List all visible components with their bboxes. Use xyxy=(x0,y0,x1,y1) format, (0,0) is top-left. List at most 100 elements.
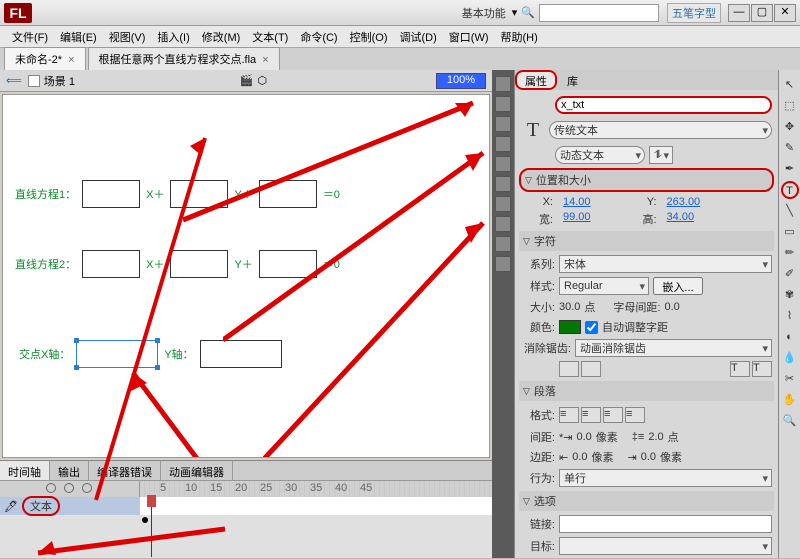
zoom-input[interactable]: 100% xyxy=(436,73,486,89)
tab-timeline[interactable]: 时间轴 xyxy=(0,461,50,480)
close-button[interactable]: ✕ xyxy=(774,4,796,22)
indent-value[interactable]: 0.0 xyxy=(577,431,592,443)
minimize-button[interactable]: — xyxy=(728,4,750,22)
align-center-button[interactable]: ≡ xyxy=(581,407,601,423)
panel-icon[interactable] xyxy=(495,156,511,172)
font-family-dropdown[interactable]: 宋体 xyxy=(559,255,772,273)
menu-edit[interactable]: 编辑(E) xyxy=(54,27,103,47)
search-input[interactable] xyxy=(539,4,659,22)
text-type-dropdown[interactable]: 动态文本 xyxy=(555,146,645,164)
color-swatch[interactable] xyxy=(559,320,581,334)
selection-tool[interactable]: ↖ xyxy=(781,76,799,94)
y-value[interactable]: 263.00 xyxy=(667,196,701,208)
paint-bucket-tool[interactable]: ◐ xyxy=(781,328,799,346)
panel-icon[interactable] xyxy=(495,176,511,192)
rectangle-tool[interactable]: ▭ xyxy=(781,223,799,241)
visibility-icon[interactable] xyxy=(46,483,56,493)
brush-tool[interactable]: ✐ xyxy=(781,265,799,283)
eraser-tool[interactable]: ✂ xyxy=(781,370,799,388)
width-value[interactable]: 99.00 xyxy=(563,211,591,227)
layer-name[interactable]: 文本 xyxy=(22,496,60,516)
hand-tool[interactable]: ✋ xyxy=(781,391,799,409)
align-justify-button[interactable]: ≡ xyxy=(625,407,645,423)
instance-name-input[interactable] xyxy=(555,96,772,114)
tab-properties[interactable]: 属性 xyxy=(515,70,557,90)
section-options[interactable]: 选项 xyxy=(519,491,774,511)
text-engine-dropdown[interactable]: 传统文本 xyxy=(549,121,772,139)
line-behavior-dropdown[interactable]: 单行 xyxy=(559,469,772,487)
subselection-tool[interactable]: ⬚ xyxy=(781,97,799,115)
menu-text[interactable]: 文本(T) xyxy=(246,27,294,47)
annotation-arrow xyxy=(30,525,230,559)
link-input[interactable] xyxy=(559,515,772,533)
orientation-dropdown[interactable]: ⥮ xyxy=(649,146,673,164)
doctab-untitled[interactable]: 未命名-2*× xyxy=(4,47,86,70)
letter-spacing[interactable]: 0.0 xyxy=(664,301,679,313)
eyedropper-tool[interactable]: 💧 xyxy=(781,349,799,367)
pencil-tool[interactable]: ✏ xyxy=(781,244,799,262)
free-transform-tool[interactable]: ✥ xyxy=(781,118,799,136)
auto-kern-checkbox[interactable] xyxy=(585,321,598,334)
antialias-dropdown[interactable]: 动画消除锯齿 xyxy=(575,339,772,357)
ime-indicator: 五笔字型 xyxy=(667,3,721,23)
panel-icon[interactable] xyxy=(495,236,511,252)
margin-right[interactable]: 0.0 xyxy=(641,451,656,463)
workspace-dropdown-icon[interactable]: ▾ xyxy=(512,6,518,19)
line-tool[interactable]: ╲ xyxy=(781,202,799,220)
margin-left[interactable]: 0.0 xyxy=(572,451,587,463)
panel-icon[interactable] xyxy=(495,76,511,92)
subscript-button[interactable]: T xyxy=(752,361,772,377)
menu-command[interactable]: 命令(C) xyxy=(294,27,343,47)
menu-file[interactable]: 文件(F) xyxy=(6,27,54,47)
lasso-tool[interactable]: ✎ xyxy=(781,139,799,157)
height-value[interactable]: 34.00 xyxy=(667,211,695,227)
menu-insert[interactable]: 插入(I) xyxy=(151,27,195,47)
target-dropdown[interactable] xyxy=(559,537,772,555)
lock-icon[interactable] xyxy=(64,483,74,493)
font-style-dropdown[interactable]: Regular xyxy=(559,277,649,295)
bone-tool[interactable]: ⌇ xyxy=(781,307,799,325)
selectable-button[interactable] xyxy=(559,361,579,377)
back-icon[interactable]: ⟸ xyxy=(6,74,22,87)
x-value[interactable]: 14.00 xyxy=(563,196,591,208)
panel-icon[interactable] xyxy=(495,96,511,112)
edit-scene-icon[interactable]: 🎬 xyxy=(240,74,254,87)
panel-icon[interactable] xyxy=(495,216,511,232)
pen-tool[interactable]: ✒ xyxy=(781,160,799,178)
collapsed-panels xyxy=(492,70,514,558)
menu-control[interactable]: 控制(O) xyxy=(344,27,394,47)
align-left-button[interactable]: ≡ xyxy=(559,407,579,423)
close-icon[interactable]: × xyxy=(68,54,74,66)
leading-value[interactable]: 2.0 xyxy=(648,431,663,443)
scene-name: 场景 1 xyxy=(44,73,75,89)
tab-output[interactable]: 输出 xyxy=(50,461,89,480)
menu-modify[interactable]: 修改(M) xyxy=(196,27,247,47)
superscript-button[interactable]: T xyxy=(730,361,750,377)
embed-button[interactable]: 嵌入... xyxy=(653,277,703,295)
menu-view[interactable]: 视图(V) xyxy=(103,27,152,47)
menu-debug[interactable]: 调试(D) xyxy=(394,27,443,47)
section-character[interactable]: 字符 xyxy=(519,231,774,251)
workspace-label[interactable]: 基本功能 xyxy=(462,5,506,21)
deco-tool[interactable]: ✾ xyxy=(781,286,799,304)
panel-icon[interactable] xyxy=(495,256,511,272)
panel-icon[interactable] xyxy=(495,136,511,152)
align-right-button[interactable]: ≡ xyxy=(603,407,623,423)
stage[interactable]: 直线方程1：X＋Y＋＝0 直线方程2：X＋Y＋＝0 交点X轴： Y轴： xyxy=(2,94,490,458)
html-button[interactable] xyxy=(581,361,601,377)
close-icon[interactable]: × xyxy=(262,54,268,66)
font-size[interactable]: 30.0 xyxy=(559,301,580,313)
panel-icon[interactable] xyxy=(495,116,511,132)
edit-symbol-icon[interactable]: ⬡ xyxy=(258,74,268,87)
section-paragraph[interactable]: 段落 xyxy=(519,381,774,401)
zoom-tool[interactable]: 🔍 xyxy=(781,412,799,430)
tab-library[interactable]: 库 xyxy=(557,70,588,90)
section-position[interactable]: 位置和大小 xyxy=(519,168,774,192)
menu-window[interactable]: 窗口(W) xyxy=(443,27,495,47)
maximize-button[interactable]: ▢ xyxy=(751,4,773,22)
menu-help[interactable]: 帮助(H) xyxy=(495,27,544,47)
text-tool[interactable]: T xyxy=(781,181,799,199)
doctab-file[interactable]: 根据任意两个直线方程求交点.fla× xyxy=(88,47,280,70)
keyframe[interactable] xyxy=(142,517,148,523)
panel-icon[interactable] xyxy=(495,196,511,212)
